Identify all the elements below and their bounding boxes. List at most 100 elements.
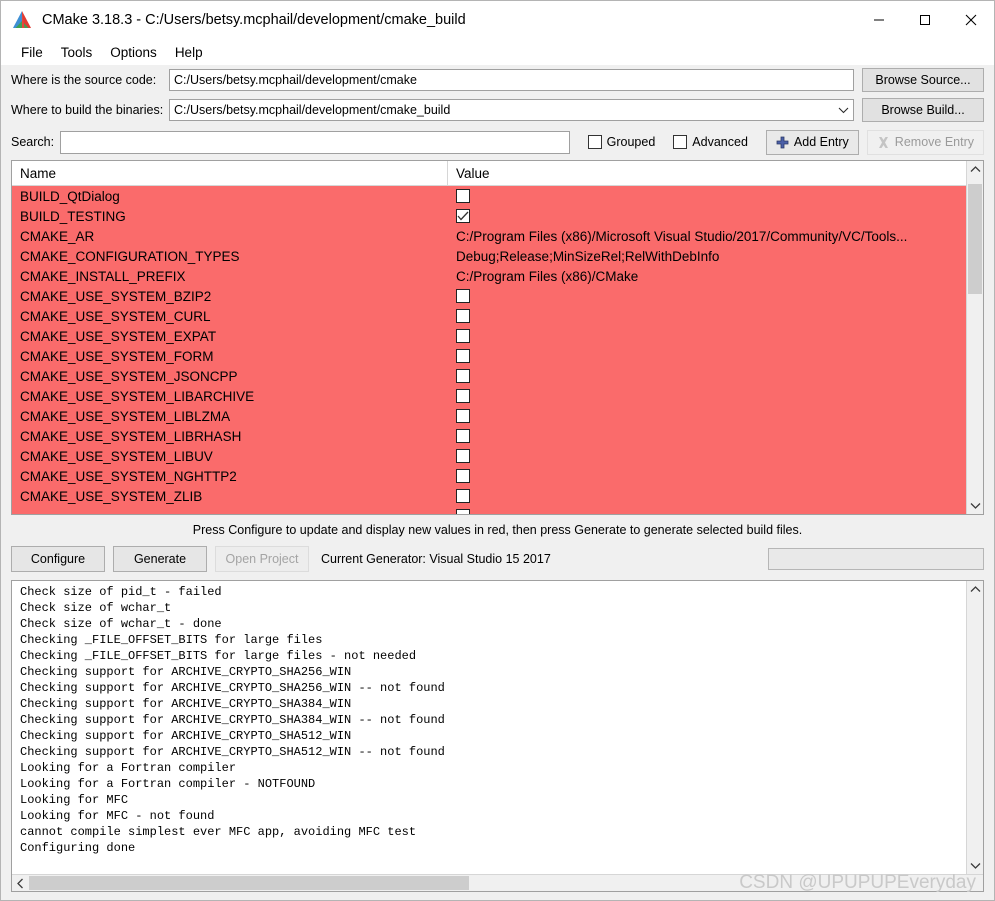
add-entry-button[interactable]: Add Entry bbox=[765, 129, 859, 155]
browse-build-button[interactable]: Browse Build... bbox=[862, 98, 984, 122]
cache-entry-name: CMAKE_USE_SYSTEM_CURL bbox=[20, 308, 211, 324]
checkbox-checked-icon[interactable] bbox=[456, 209, 470, 223]
checkbox-unchecked-icon[interactable] bbox=[456, 449, 470, 463]
window-controls bbox=[856, 1, 994, 39]
menu-item-help[interactable]: Help bbox=[166, 43, 212, 62]
table-row[interactable]: CMAKE_USE_SYSTEM_CURL bbox=[12, 306, 966, 326]
cache-entry-value[interactable] bbox=[448, 489, 966, 503]
log-hscroll-track[interactable] bbox=[29, 875, 983, 891]
cache-table-body: BUILD_QtDialog BUILD_TESTING CMAKE_AR C:/Pr… bbox=[12, 186, 966, 514]
cache-entry-value[interactable] bbox=[448, 369, 966, 383]
cache-table-scrollbar[interactable] bbox=[966, 161, 983, 514]
remove-entry-button[interactable]: Remove Entry bbox=[866, 129, 984, 155]
checkbox-unchecked-icon[interactable] bbox=[456, 489, 470, 503]
grouped-checkbox-box[interactable] bbox=[587, 135, 602, 149]
cache-entry-value[interactable] bbox=[448, 189, 966, 203]
cache-entry-value[interactable] bbox=[448, 349, 966, 363]
cache-entry-value[interactable] bbox=[448, 389, 966, 403]
table-row[interactable]: CMAKE_USE_SYSTEM_NGHTTP2 bbox=[12, 466, 966, 486]
cache-entry-name: CMAKE_USE_SYSTEM_LIBLZMA bbox=[20, 408, 231, 424]
cache-entry-value[interactable] bbox=[448, 469, 966, 483]
menu-bar: File Tools Options Help bbox=[1, 39, 994, 65]
checkbox-unchecked-icon[interactable] bbox=[456, 369, 470, 383]
log-scroll-track[interactable] bbox=[967, 598, 983, 857]
generate-button[interactable]: Generate bbox=[113, 546, 207, 572]
table-row[interactable] bbox=[12, 506, 966, 514]
advanced-checkbox-box[interactable] bbox=[673, 135, 688, 149]
configure-button[interactable]: Configure bbox=[11, 546, 105, 572]
grouped-checkbox[interactable]: Grouped bbox=[587, 135, 655, 149]
close-icon[interactable] bbox=[948, 1, 994, 39]
cache-entry-value[interactable] bbox=[448, 309, 966, 323]
minimize-icon[interactable] bbox=[856, 1, 902, 39]
table-row[interactable]: CMAKE_USE_SYSTEM_LIBLZMA bbox=[12, 406, 966, 426]
checkbox-unchecked-icon[interactable] bbox=[456, 309, 470, 323]
log-hscroll-thumb[interactable] bbox=[29, 876, 469, 890]
table-row[interactable]: CMAKE_USE_SYSTEM_EXPAT bbox=[12, 326, 966, 346]
table-row[interactable]: BUILD_QtDialog bbox=[12, 186, 966, 206]
chevron-up-icon[interactable] bbox=[967, 581, 983, 598]
cache-entry-name: CMAKE_USE_SYSTEM_EXPAT bbox=[20, 328, 217, 344]
add-entry-label: Add Entry bbox=[793, 135, 849, 149]
menu-item-options[interactable]: Options bbox=[101, 43, 166, 62]
checkbox-unchecked-icon[interactable] bbox=[456, 389, 470, 403]
cache-entry-value[interactable] bbox=[448, 329, 966, 343]
cache-scroll-thumb[interactable] bbox=[968, 184, 982, 294]
table-row[interactable]: CMAKE_USE_SYSTEM_LIBARCHIVE bbox=[12, 386, 966, 406]
table-row[interactable]: CMAKE_USE_SYSTEM_FORM bbox=[12, 346, 966, 366]
checkbox-unchecked-icon[interactable] bbox=[456, 329, 470, 343]
cache-entry-value[interactable]: Debug;Release;MinSizeRel;RelWithDebInfo bbox=[448, 249, 966, 264]
advanced-checkbox[interactable]: Advanced bbox=[673, 135, 748, 149]
table-row[interactable]: CMAKE_INSTALL_PREFIX C:/Program Files (x8… bbox=[12, 266, 966, 286]
cache-entry-name: CMAKE_USE_SYSTEM_LIBARCHIVE bbox=[20, 388, 255, 404]
log-horizontal-scrollbar[interactable] bbox=[12, 874, 983, 891]
table-row[interactable]: CMAKE_USE_SYSTEM_LIBRHASH bbox=[12, 426, 966, 446]
open-project-button[interactable]: Open Project bbox=[215, 546, 309, 572]
cache-entry-value[interactable] bbox=[448, 429, 966, 443]
browse-source-button[interactable]: Browse Source... bbox=[862, 68, 984, 92]
current-generator-text: Current Generator: Visual Studio 15 2017 bbox=[321, 552, 551, 566]
cache-entry-value[interactable] bbox=[448, 509, 966, 514]
table-row[interactable]: BUILD_TESTING bbox=[12, 206, 966, 226]
cache-table-header: Name Value bbox=[12, 161, 966, 186]
column-header-value[interactable]: Value bbox=[448, 161, 966, 185]
table-row[interactable]: CMAKE_CONFIGURATION_TYPES Debug;Release;M… bbox=[12, 246, 966, 266]
chevron-down-icon[interactable] bbox=[833, 100, 853, 120]
cache-entry-value[interactable] bbox=[448, 209, 966, 223]
cache-entry-value[interactable] bbox=[448, 449, 966, 463]
chevron-down-icon[interactable] bbox=[967, 857, 983, 874]
search-input[interactable] bbox=[60, 130, 570, 154]
table-row[interactable]: CMAKE_USE_SYSTEM_LIBUV bbox=[12, 446, 966, 466]
checkbox-unchecked-icon[interactable] bbox=[456, 469, 470, 483]
menu-item-file[interactable]: File bbox=[12, 43, 52, 62]
log-vertical-scrollbar[interactable] bbox=[966, 581, 983, 874]
table-row[interactable]: CMAKE_USE_SYSTEM_ZLIB bbox=[12, 486, 966, 506]
checkbox-unchecked-icon[interactable] bbox=[456, 409, 470, 423]
chevron-down-icon[interactable] bbox=[967, 497, 983, 514]
cache-entry-value[interactable] bbox=[448, 409, 966, 423]
menu-item-tools[interactable]: Tools bbox=[52, 43, 102, 62]
chevron-left-icon[interactable] bbox=[12, 875, 29, 891]
progress-bar bbox=[768, 548, 984, 570]
checkbox-unchecked-icon[interactable] bbox=[456, 189, 470, 203]
checkbox-unchecked-icon[interactable] bbox=[456, 509, 470, 514]
cache-entry-name: CMAKE_USE_SYSTEM_LIBRHASH bbox=[20, 428, 242, 444]
table-row[interactable]: CMAKE_USE_SYSTEM_JSONCPP bbox=[12, 366, 966, 386]
cache-entry-value[interactable]: C:/Program Files (x86)/Microsoft Visual … bbox=[448, 229, 966, 244]
cache-table: Name Value BUILD_QtDialog BUILD_TESTING CM… bbox=[11, 160, 984, 515]
cache-entry-value[interactable] bbox=[448, 289, 966, 303]
checkbox-unchecked-icon[interactable] bbox=[456, 429, 470, 443]
maximize-icon[interactable] bbox=[902, 1, 948, 39]
source-path-input[interactable]: C:/Users/betsy.mcphail/development/cmake bbox=[169, 69, 854, 91]
checkbox-unchecked-icon[interactable] bbox=[456, 349, 470, 363]
log-text[interactable]: Check size of pid_t - failed Check size … bbox=[12, 581, 966, 874]
table-row[interactable]: CMAKE_USE_SYSTEM_BZIP2 bbox=[12, 286, 966, 306]
log-output: Check size of pid_t - failed Check size … bbox=[11, 580, 984, 892]
table-row[interactable]: CMAKE_AR C:/Program Files (x86)/Microsoft… bbox=[12, 226, 966, 246]
build-path-input[interactable]: C:/Users/betsy.mcphail/development/cmake… bbox=[169, 99, 854, 121]
column-header-name[interactable]: Name bbox=[12, 161, 448, 185]
cache-entry-value[interactable]: C:/Program Files (x86)/CMake bbox=[448, 269, 966, 284]
checkbox-unchecked-icon[interactable] bbox=[456, 289, 470, 303]
cache-scroll-track[interactable] bbox=[967, 178, 983, 497]
chevron-up-icon[interactable] bbox=[967, 161, 983, 178]
